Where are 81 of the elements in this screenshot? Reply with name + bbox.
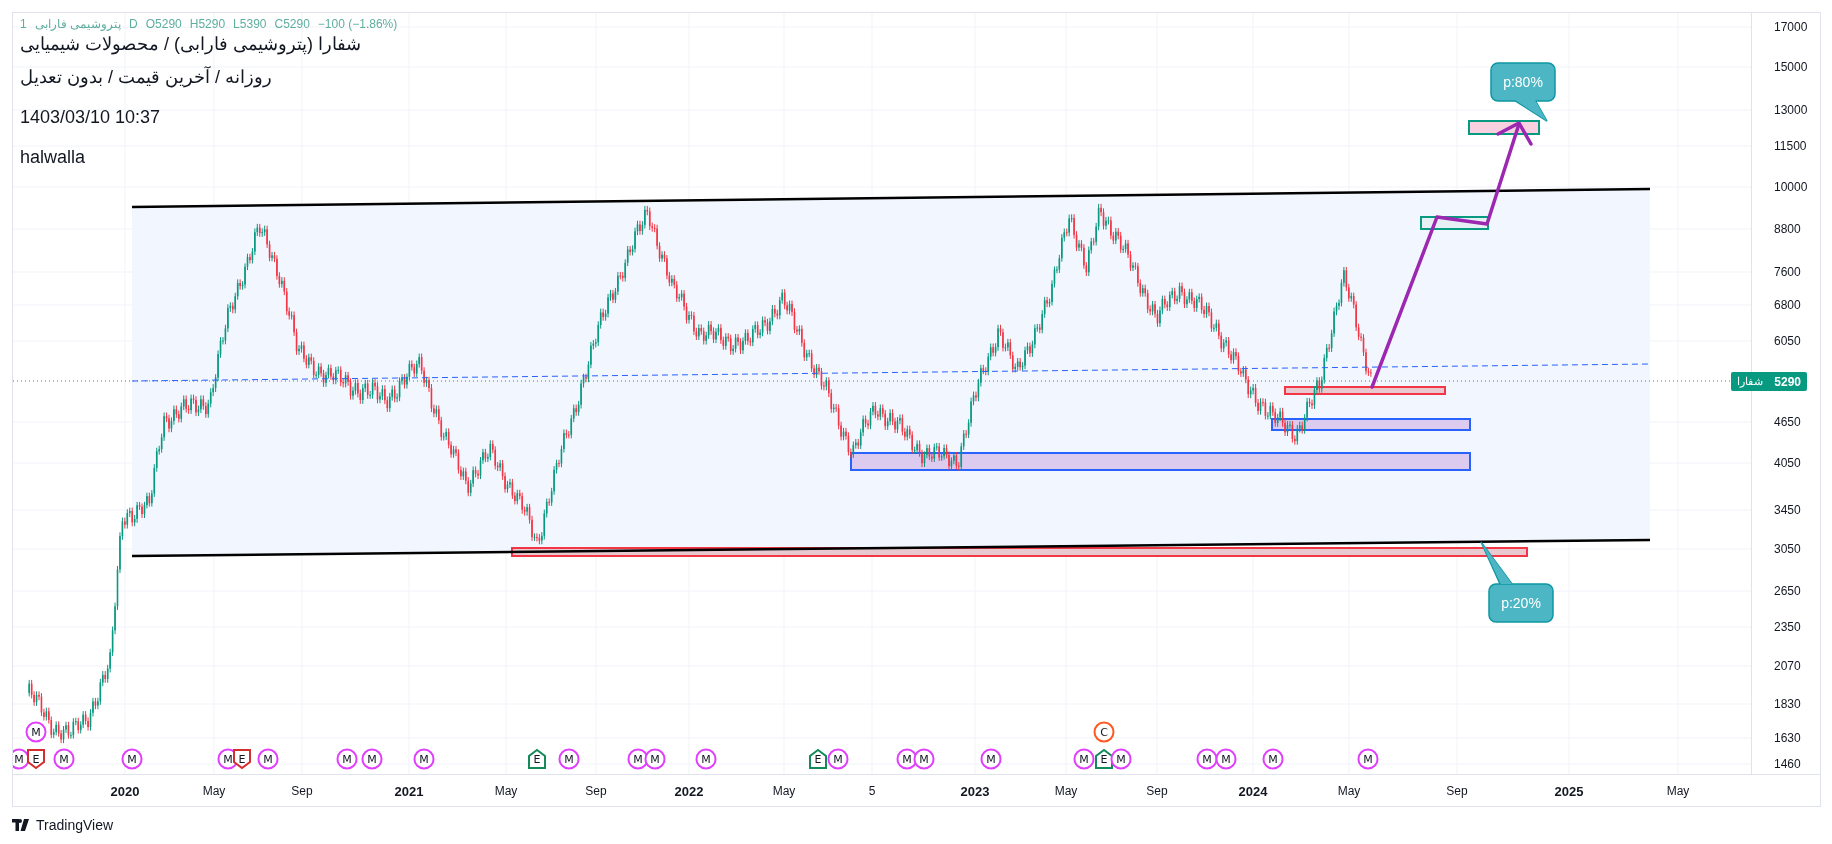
time-axis-label: 2024	[1238, 784, 1268, 799]
price-tick-label: 6050	[1774, 334, 1801, 348]
price-tick-label: 2350	[1774, 620, 1801, 634]
event-marker[interactable]: M	[627, 748, 649, 770]
legend-text: C5290	[274, 17, 310, 31]
time-axis-label: 2020	[110, 784, 140, 799]
chart-subtitle: 1403/03/10 10:37	[19, 106, 161, 129]
price-tick-label: 17000	[1774, 20, 1808, 34]
time-axis-label: May	[1666, 784, 1690, 798]
legend-text: H5290	[189, 17, 226, 31]
time-axis-label: May	[494, 784, 518, 798]
brand-name: TradingView	[36, 817, 114, 833]
event-marker[interactable]: M	[695, 748, 717, 770]
chart-title: شفارا (پتروشیمی فارابی) / محصولات شیمیایی	[19, 33, 361, 57]
legend-text: 1	[20, 17, 27, 31]
tradingview-logo-icon	[12, 819, 30, 831]
event-marker[interactable]: E	[809, 748, 827, 769]
event-marker[interactable]: E	[1095, 748, 1113, 769]
event-marker[interactable]: M	[1262, 748, 1284, 770]
legend-text: D	[129, 17, 138, 31]
legend-text: پتروشیمی فارابی	[34, 17, 122, 31]
event-marker[interactable]: M	[25, 721, 47, 743]
event-marker[interactable]: M	[13, 748, 30, 770]
legend-text: L5390	[233, 17, 267, 31]
symbol-label: شفارا	[1737, 375, 1763, 388]
price-tick-label: 4050	[1774, 456, 1801, 470]
price-tick-label: 4650	[1774, 415, 1801, 429]
time-axis-label: 5	[868, 784, 876, 798]
chart-subtitle: روزانه / آخرین قیمت / بدون تعدیل	[19, 65, 272, 90]
price-tick-label: 1460	[1774, 757, 1801, 771]
price-tick-label: 3450	[1774, 503, 1801, 517]
price-tick-label: 13000	[1774, 103, 1808, 117]
time-axis-label: Sep	[1446, 784, 1468, 798]
event-marker[interactable]: M	[361, 748, 383, 770]
price-tick-label: 1830	[1774, 697, 1801, 711]
time-axis-label: 2025	[1554, 784, 1584, 799]
event-marker[interactable]: M	[827, 748, 849, 770]
event-marker[interactable]: M	[413, 748, 435, 770]
legend-text: −100 (−1.86%)	[317, 17, 398, 31]
price-tick-label: 1630	[1774, 731, 1801, 745]
event-marker[interactable]: E	[233, 749, 251, 770]
time-axis-label: May	[772, 784, 796, 798]
event-marker[interactable]: E	[528, 748, 546, 769]
event-marker[interactable]: M	[1073, 748, 1095, 770]
event-marker[interactable]: M	[1215, 748, 1237, 770]
event-marker[interactable]: M	[336, 748, 358, 770]
time-axis-label: May	[1337, 784, 1361, 798]
price-tick-label: 8800	[1774, 222, 1801, 236]
time-axis-label: May	[1054, 784, 1078, 798]
time-axis-label: Sep	[1146, 784, 1168, 798]
event-marker[interactable]: M	[913, 748, 935, 770]
price-tick-label: 6800	[1774, 298, 1801, 312]
time-axis-label: 2021	[394, 784, 424, 799]
price-tick-label: 7600	[1774, 265, 1801, 279]
event-marker[interactable]: M	[1110, 748, 1132, 770]
price-tick-label: 3050	[1774, 542, 1801, 556]
time-axis-label: Sep	[585, 784, 607, 798]
time-axis-label: 2023	[960, 784, 990, 799]
event-marker[interactable]: M	[53, 748, 75, 770]
event-marker[interactable]: C	[1093, 721, 1115, 743]
event-marker[interactable]: M	[1357, 748, 1379, 770]
event-marker[interactable]: M	[896, 748, 918, 770]
callout-bubble: p:20%	[1480, 541, 1554, 623]
time-axis-label: 2022	[674, 784, 704, 799]
event-marker[interactable]: E	[27, 749, 45, 770]
time-axis-label: May	[202, 784, 226, 798]
price-tick-label: 2070	[1774, 659, 1801, 673]
event-marker[interactable]: M	[121, 748, 143, 770]
event-marker[interactable]: M	[980, 748, 1002, 770]
legend-text: O5290	[145, 17, 182, 31]
event-marker[interactable]: M	[644, 748, 666, 770]
time-axis-label: Sep	[291, 784, 313, 798]
event-marker[interactable]: M	[558, 748, 580, 770]
price-tick-label: 15000	[1774, 60, 1808, 74]
price-tick-label: 11500	[1774, 139, 1807, 153]
price-tick-label: 2650	[1774, 584, 1801, 598]
event-marker[interactable]: M	[1196, 748, 1218, 770]
chart-subtitle: halwalla	[19, 146, 86, 169]
last-price-value: 5290	[1774, 374, 1801, 389]
event-marker[interactable]: M	[257, 748, 279, 770]
price-tick-label: 10000	[1774, 180, 1808, 194]
